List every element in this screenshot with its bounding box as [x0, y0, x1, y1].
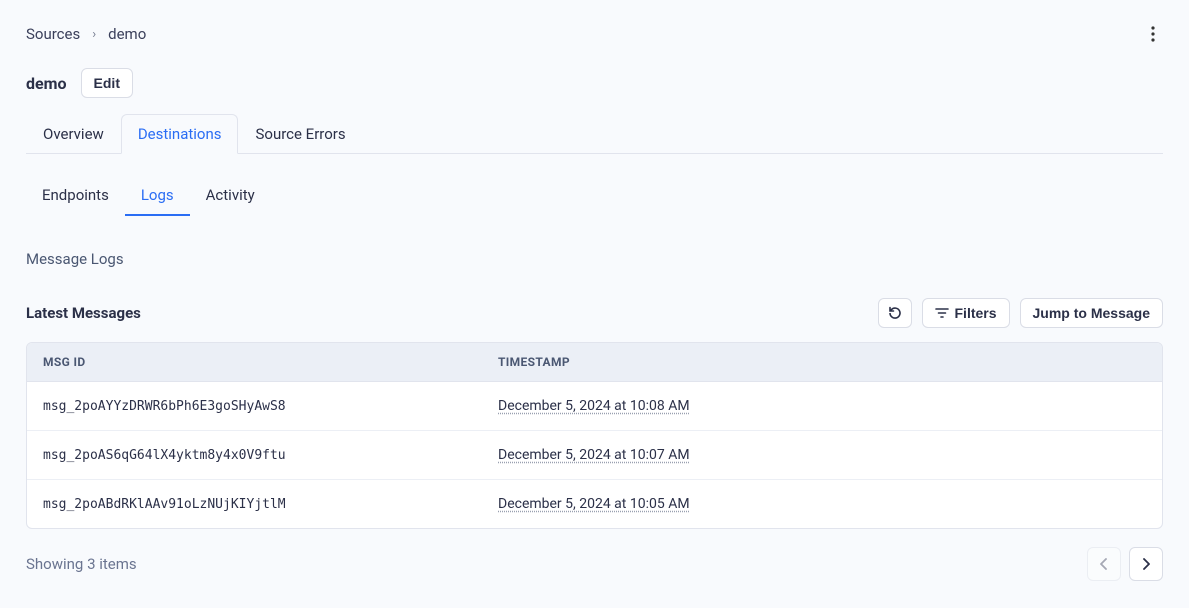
refresh-button[interactable]	[878, 298, 912, 328]
jump-to-message-button[interactable]: Jump to Message	[1020, 298, 1163, 328]
page-title: demo	[26, 74, 67, 93]
tab-destinations[interactable]: Destinations	[121, 114, 239, 154]
subtab-logs[interactable]: Logs	[125, 176, 190, 216]
msg-id: msg_2poAS6qG64lX4yktm8y4x0V9ftu	[43, 448, 286, 463]
table-header-row: MSG ID TIMESTAMP	[27, 343, 1162, 382]
table-header-timestamp: TIMESTAMP	[498, 355, 1146, 369]
breadcrumb: Sources › demo	[26, 25, 146, 43]
kebab-icon	[1151, 26, 1155, 42]
msg-id: msg_2poABdRKlAAv91oLzNUjKIYjtlM	[43, 497, 286, 512]
table-row[interactable]: msg_2poAS6qG64lX4yktm8y4x0V9ftu December…	[27, 431, 1162, 480]
messages-table: MSG ID TIMESTAMP msg_2poAYYzDRWR6bPh6E3g…	[26, 342, 1163, 529]
table-row[interactable]: msg_2poAYYzDRWR6bPh6E3goSHyAwS8 December…	[27, 382, 1162, 431]
tab-source-errors[interactable]: Source Errors	[238, 114, 362, 154]
breadcrumb-root-link[interactable]: Sources	[26, 25, 80, 43]
tab-overview[interactable]: Overview	[26, 114, 121, 154]
msg-timestamp: December 5, 2024 at 10:05 AM	[498, 496, 690, 512]
chevron-right-icon	[1142, 558, 1150, 570]
section-label: Message Logs	[26, 250, 1163, 268]
msg-timestamp: December 5, 2024 at 10:08 AM	[498, 398, 690, 414]
filters-button[interactable]: Filters	[922, 298, 1010, 328]
msg-timestamp: December 5, 2024 at 10:07 AM	[498, 447, 690, 463]
subtab-endpoints[interactable]: Endpoints	[26, 176, 125, 216]
primary-tabs: Overview Destinations Source Errors	[26, 114, 1163, 154]
chevron-left-icon	[1100, 558, 1108, 570]
filters-label: Filters	[955, 305, 997, 321]
table-header-msg-id: MSG ID	[43, 355, 498, 369]
pager-summary: Showing 3 items	[26, 555, 137, 573]
pager-prev-button	[1087, 547, 1121, 581]
chevron-right-icon: ›	[92, 27, 96, 42]
secondary-tabs: Endpoints Logs Activity	[26, 176, 1163, 216]
panel-title: Latest Messages	[26, 304, 141, 322]
edit-button[interactable]: Edit	[81, 68, 133, 98]
pager-next-button[interactable]	[1129, 547, 1163, 581]
more-menu-button[interactable]	[1143, 22, 1163, 46]
table-row[interactable]: msg_2poABdRKlAAv91oLzNUjKIYjtlM December…	[27, 480, 1162, 528]
breadcrumb-current: demo	[108, 25, 146, 43]
msg-id: msg_2poAYYzDRWR6bPh6E3goSHyAwS8	[43, 399, 286, 414]
refresh-icon	[887, 305, 903, 321]
filter-icon	[935, 307, 949, 319]
subtab-activity[interactable]: Activity	[190, 176, 271, 216]
